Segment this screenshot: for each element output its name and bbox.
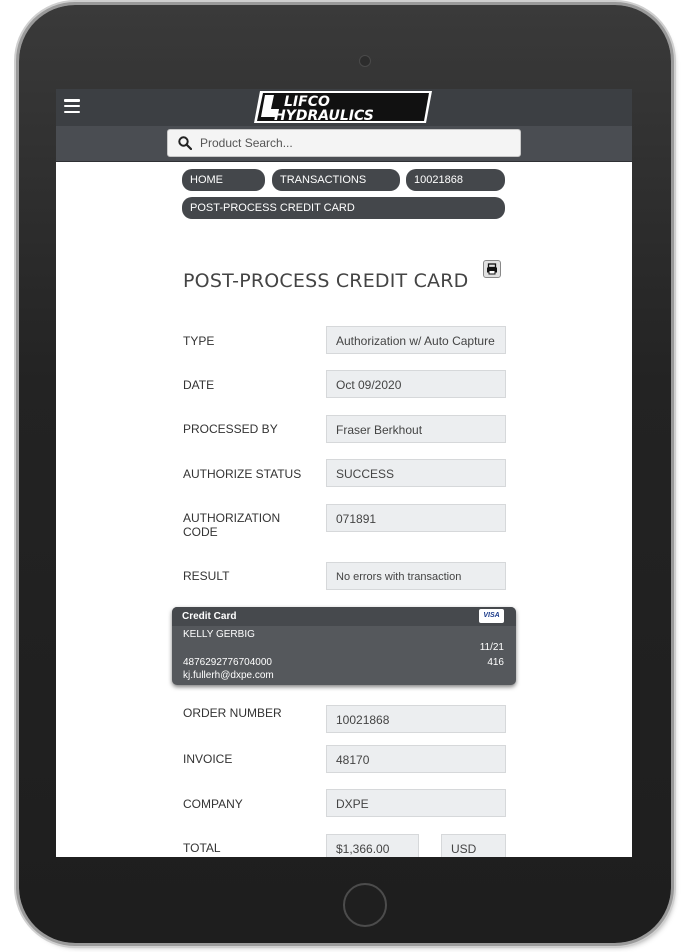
home-button[interactable] [343, 883, 387, 927]
top-bar: LIFCO HYDRAULICS [56, 89, 632, 126]
breadcrumb-transaction-id[interactable]: 10021868 [406, 169, 505, 191]
type-field: Authorization w/ Auto Capture [326, 326, 506, 354]
card-number: 4876292776704000 [183, 657, 272, 668]
page-title: POST-PROCESS CREDIT CARD [183, 269, 469, 292]
invoice-field: 48170 [326, 745, 506, 773]
printer-icon [487, 263, 497, 275]
camera-icon [359, 55, 371, 67]
card-expiry: 11/21 [479, 642, 504, 653]
visa-icon: VISA [479, 609, 504, 623]
cardholder-name: KELLY GERBIG [183, 629, 255, 640]
credit-card-panel: Credit Card VISA KELLY GERBIG 11/21 4876… [172, 607, 516, 685]
credit-card-title: Credit Card [182, 611, 237, 622]
search-box [167, 129, 521, 157]
breadcrumb-home[interactable]: HOME [182, 169, 265, 191]
processed-by-label: PROCESSED BY [183, 422, 278, 436]
search-icon[interactable] [178, 136, 192, 150]
total-field: $1,366.00 [326, 834, 419, 857]
invoice-label: INVOICE [183, 752, 233, 766]
card-cvv: 416 [487, 657, 504, 668]
card-email: kj.fullerh@dxpe.com [183, 670, 274, 681]
menu-icon[interactable] [64, 99, 80, 113]
type-label: TYPE [183, 334, 215, 348]
total-label: TOTAL [183, 841, 221, 855]
screen: LIFCO HYDRAULICS HOME TRANSACTIONS 10021… [56, 89, 632, 857]
currency-field: USD [441, 834, 506, 857]
breadcrumb-transactions[interactable]: TRANSACTIONS [272, 169, 400, 191]
company-field: DXPE [326, 789, 506, 817]
search-bar [56, 126, 632, 162]
svg-text:HYDRAULICS: HYDRAULICS [274, 108, 374, 124]
company-label: COMPANY [183, 797, 243, 811]
credit-card-header: Credit Card VISA [172, 607, 516, 626]
date-field: Oct 09/2020 [326, 370, 506, 398]
print-button[interactable] [483, 260, 501, 278]
processed-by-field: Fraser Berkhout [326, 415, 506, 443]
authorize-status-label: AUTHORIZE STATUS [183, 467, 302, 481]
order-number-field: 10021868 [326, 705, 506, 733]
result-label: RESULT [183, 569, 230, 583]
authorize-status-field: SUCCESS [326, 459, 506, 487]
date-label: DATE [183, 378, 215, 392]
lifco-logo[interactable]: LIFCO HYDRAULICS [254, 90, 434, 124]
breadcrumb-current: POST-PROCESS CREDIT CARD [182, 197, 505, 219]
result-field: No errors with transaction [326, 562, 506, 590]
authorization-code-field: 071891 [326, 504, 506, 532]
authorization-code-label: AUTHORIZATION CODE [183, 511, 281, 539]
order-number-label: ORDER NUMBER [183, 706, 282, 720]
search-input[interactable] [200, 132, 500, 154]
